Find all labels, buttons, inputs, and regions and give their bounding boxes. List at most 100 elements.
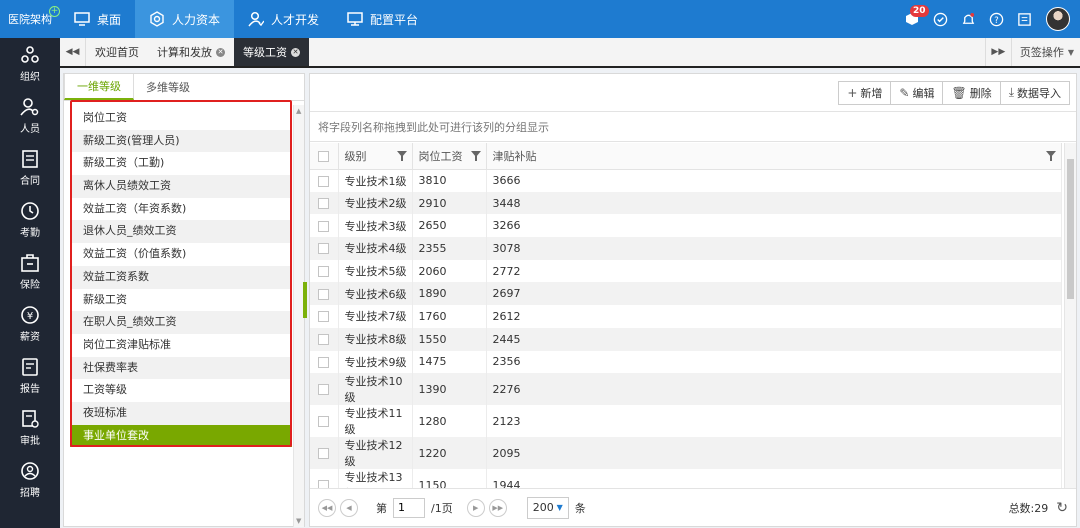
grade-list-item[interactable]: 在职人员_绩效工资 bbox=[70, 311, 292, 334]
sidebar-item-staff[interactable]: 人员 bbox=[0, 90, 60, 142]
column-header-allowance[interactable]: 津贴补贴 bbox=[486, 143, 1062, 170]
close-icon[interactable]: ✕ bbox=[291, 47, 300, 57]
help-button[interactable]: ? bbox=[982, 0, 1010, 38]
row-select-cell[interactable] bbox=[310, 327, 339, 351]
row-select-cell[interactable] bbox=[310, 305, 339, 328]
select-all-checkbox[interactable] bbox=[318, 150, 330, 162]
row-checkbox[interactable] bbox=[318, 220, 330, 232]
nav-item-human-capital[interactable]: 人力资本 bbox=[135, 0, 235, 38]
sidebar-item-approval[interactable]: 审批 bbox=[0, 402, 60, 454]
user-avatar[interactable] bbox=[1046, 7, 1070, 31]
add-button[interactable]: + 新增 bbox=[838, 80, 892, 105]
tab-scroll-right[interactable]: ▶▶ bbox=[984, 38, 1011, 66]
row-checkbox[interactable] bbox=[318, 198, 330, 210]
sidebar-item-org[interactable]: 组织 bbox=[0, 38, 60, 90]
sidebar-item-report[interactable]: 报告 bbox=[0, 350, 60, 402]
check-button[interactable] bbox=[926, 0, 954, 38]
tab-grade-salary[interactable]: 等级工资 ✕ bbox=[234, 38, 309, 66]
table-row[interactable]: 专业技术3级 2650 3266 bbox=[310, 214, 1062, 238]
row-select-cell[interactable] bbox=[310, 469, 339, 489]
page-operations-dropdown[interactable]: 页签操作 ▼ bbox=[1010, 38, 1080, 66]
row-checkbox[interactable] bbox=[318, 384, 330, 396]
row-select-cell[interactable] bbox=[310, 169, 339, 192]
row-select-cell[interactable] bbox=[310, 350, 339, 374]
next-page-button[interactable]: ▶ bbox=[466, 498, 485, 517]
panel-splitter-handle[interactable] bbox=[303, 282, 307, 318]
row-checkbox[interactable] bbox=[318, 243, 330, 255]
grade-list-item[interactable]: 效益工资（年资系数) bbox=[70, 198, 292, 221]
first-page-button[interactable]: ◀◀ bbox=[318, 498, 336, 517]
tab-scroll-left[interactable]: ◀◀ bbox=[60, 38, 86, 66]
grade-list-item[interactable]: 岗位工资津贴标准 bbox=[70, 334, 292, 357]
scroll-up-icon[interactable]: ▲ bbox=[296, 107, 301, 115]
row-checkbox[interactable] bbox=[318, 356, 330, 368]
table-row[interactable]: 专业技术9级 1475 2356 bbox=[310, 350, 1062, 374]
nav-item-talent[interactable]: 人才开发 bbox=[234, 0, 333, 38]
select-all-header[interactable] bbox=[310, 143, 339, 170]
grade-list-item[interactable]: 离休人员绩效工资 bbox=[70, 175, 292, 198]
last-page-button[interactable]: ▶▶ bbox=[488, 498, 507, 517]
row-select-cell[interactable] bbox=[310, 282, 339, 306]
row-select-cell[interactable] bbox=[310, 373, 339, 406]
grade-list-item[interactable]: 事业单位套改 bbox=[70, 424, 292, 448]
close-icon[interactable]: ✕ bbox=[216, 47, 225, 57]
tab-multi-dim-grade[interactable]: 多维等级 bbox=[134, 74, 202, 100]
column-header-post-salary[interactable]: 岗位工资 bbox=[412, 143, 487, 170]
table-row[interactable]: 专业技术1级 3810 3666 bbox=[310, 169, 1062, 192]
prev-page-button[interactable]: ◀ bbox=[340, 498, 358, 517]
grade-list-item[interactable]: 薪级工资 bbox=[70, 289, 292, 312]
row-select-cell[interactable] bbox=[310, 259, 339, 283]
filter-icon[interactable] bbox=[396, 151, 407, 161]
row-checkbox[interactable] bbox=[318, 266, 330, 278]
grade-list-item[interactable]: 效益工资系数 bbox=[70, 265, 292, 289]
column-header-level[interactable]: 级别 bbox=[338, 143, 413, 170]
tab-calc-pay[interactable]: 计算和发放 ✕ bbox=[148, 38, 234, 66]
row-select-cell[interactable] bbox=[310, 237, 339, 260]
grid-scrollbar[interactable] bbox=[1064, 143, 1076, 489]
row-select-cell[interactable] bbox=[310, 214, 339, 238]
grade-list-item[interactable]: 薪级工资（工勤) bbox=[70, 152, 292, 175]
group-drop-zone[interactable]: 将字段列名称拖拽到此处可进行该列的分组显示 bbox=[310, 112, 1076, 142]
table-row[interactable]: 专业技术11级 1280 2123 bbox=[310, 405, 1062, 438]
table-row[interactable]: 专业技术6级 1890 2697 bbox=[310, 282, 1062, 306]
grade-list-item[interactable]: 效益工资（价值系数) bbox=[70, 243, 292, 266]
grade-list-item[interactable]: 岗位工资 bbox=[70, 107, 292, 130]
table-row[interactable]: 专业技术5级 2060 2772 bbox=[310, 259, 1062, 283]
grade-list-item[interactable]: 退休人员_绩效工资 bbox=[70, 220, 292, 244]
filter-icon[interactable] bbox=[470, 151, 481, 161]
table-row[interactable]: 专业技术2级 2910 3448 bbox=[310, 191, 1062, 215]
tab-welcome[interactable]: 欢迎首页 bbox=[86, 38, 148, 66]
table-row[interactable]: 专业技术8级 1550 2445 bbox=[310, 327, 1062, 351]
row-checkbox[interactable] bbox=[318, 175, 330, 187]
page-size-select[interactable]: 200 ▼ bbox=[526, 496, 569, 519]
row-select-cell[interactable] bbox=[310, 191, 339, 215]
row-checkbox[interactable] bbox=[318, 311, 330, 323]
row-checkbox[interactable] bbox=[318, 288, 330, 300]
sidebar-item-recruit[interactable]: 招聘 bbox=[0, 454, 60, 506]
bell-button[interactable] bbox=[954, 0, 982, 38]
filter-icon[interactable] bbox=[1046, 151, 1056, 161]
package-notification[interactable]: 20 bbox=[898, 0, 929, 38]
grade-list-item[interactable]: 薪级工资(管理人员) bbox=[70, 129, 292, 153]
table-row[interactable]: 专业技术10级 1390 2276 bbox=[310, 373, 1062, 406]
brand-logo[interactable]: 医院架构 + bbox=[0, 0, 60, 38]
tasks-button[interactable] bbox=[1010, 0, 1038, 38]
nav-item-desktop[interactable]: 桌面 bbox=[60, 0, 135, 38]
sidebar-item-insurance[interactable]: 保险 bbox=[0, 246, 60, 298]
table-row[interactable]: 专业技术13级11501944 bbox=[310, 469, 1062, 489]
sidebar-item-salary[interactable]: ¥ 薪资 bbox=[0, 298, 60, 350]
table-row[interactable]: 专业技术12级 1220 2095 bbox=[310, 437, 1062, 470]
grade-list-item[interactable]: 社保费率表 bbox=[70, 356, 292, 380]
table-row[interactable]: 专业技术4级 2355 3078 bbox=[310, 237, 1062, 260]
import-button[interactable]: ⤓ 数据导入 bbox=[999, 80, 1070, 105]
sidebar-item-attendance[interactable]: 考勤 bbox=[0, 194, 60, 246]
scroll-down-icon[interactable]: ▼ bbox=[296, 517, 301, 525]
delete-button[interactable]: 🗑 删除 bbox=[942, 80, 1001, 105]
row-checkbox[interactable] bbox=[318, 448, 330, 460]
row-checkbox[interactable] bbox=[318, 416, 330, 428]
table-row[interactable]: 专业技术7级 1760 2612 bbox=[310, 305, 1062, 328]
row-select-cell[interactable] bbox=[310, 405, 339, 438]
page-number-input[interactable] bbox=[393, 497, 425, 518]
row-select-cell[interactable] bbox=[310, 437, 339, 470]
tab-one-dim-grade[interactable]: 一维等级 bbox=[64, 74, 134, 100]
